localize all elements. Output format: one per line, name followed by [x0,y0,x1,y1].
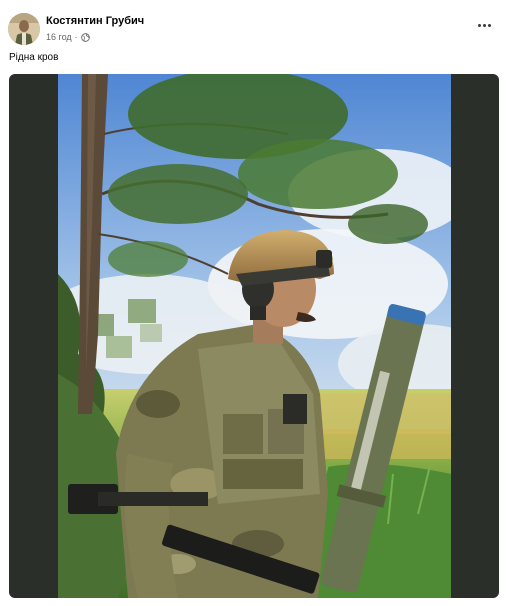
meta-separator: · [74,32,78,42]
post-header: Костянтин Грубич 16 год · [8,13,499,47]
post-photo[interactable] [58,74,451,598]
facebook-post: Костянтин Грубич 16 год · Рідна кров [0,0,511,606]
author-name[interactable]: Костянтин Грубич [46,15,144,27]
author-avatar[interactable] [8,13,40,45]
post-media[interactable] [9,74,499,598]
post-caption: Рідна кров [9,52,59,63]
post-meta: 16 год · [46,32,90,42]
globe-icon [80,32,90,42]
post-timestamp[interactable]: 16 год [46,32,72,42]
more-options-icon[interactable] [473,17,495,33]
